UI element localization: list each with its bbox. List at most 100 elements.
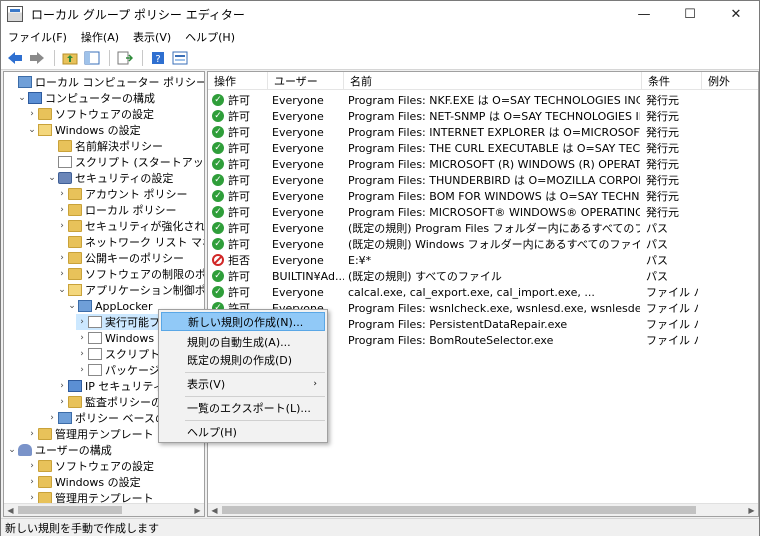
status-bar: 新しい規則を手動で作成します [1,518,759,536]
rule-row[interactable]: ✓ 許可 Everyone Program Files: INTERNET EXPLO… [208,124,758,140]
tree-expander-icon[interactable]: › [56,221,68,231]
tree-expander-icon[interactable]: › [56,189,68,199]
rule-row[interactable]: ✓ 許可 Everyone (既定の規則) Program Files フォルダー内に… [208,220,758,236]
tree-expander-icon[interactable]: ⌄ [46,173,58,183]
tree-expander-icon[interactable]: ⌄ [26,125,38,135]
tree-expander-icon[interactable]: ⌄ [16,93,28,103]
menu-help[interactable]: ヘルプ(H) [178,29,242,45]
tree-expander-icon[interactable]: › [46,413,58,423]
tree-expander-icon[interactable]: ⌄ [6,445,18,455]
rule-row[interactable]: ✓ 許可 Everyone calcal.exe, cal_export.exe, c… [208,284,758,300]
menu-item-export-list[interactable]: 一覧のエクスポート(L)... [161,398,325,417]
menu-item-auto-generate-rules[interactable]: 規則の自動生成(A)... [161,332,325,351]
tree-item[interactable]: › セキュリティが強化された Windows Defender ファイアウォール [56,218,204,234]
rules-list-pane[interactable]: 操作 ユーザー 名前 条件 例外 ✓ 許可 Everyone Program File… [207,71,759,517]
up-folder-icon[interactable] [60,48,80,68]
menu-item-view[interactable]: 表示(V) › [161,374,325,393]
menu-item-help[interactable]: ヘルプ(H) [161,422,325,441]
tree-expander-icon[interactable]: › [56,253,68,263]
scrollbar-thumb[interactable] [222,506,696,514]
rule-user-cell: Everyone [272,285,324,299]
scroll-right-icon[interactable]: ▶ [191,504,204,516]
tree-item[interactable]: ⌄ コンピューターの構成 [16,90,155,106]
export-list-icon[interactable] [115,48,135,68]
column-header-user[interactable]: ユーザー [268,72,344,90]
rule-action-text: 許可 [228,94,250,107]
scroll-right-icon[interactable]: ▶ [745,504,758,516]
tree-expander-icon[interactable]: › [76,365,88,375]
rule-row[interactable]: ✓ 許可 Everyone Program Files: MICROSOFT® WIN… [208,204,758,220]
menu-action[interactable]: 操作(A) [74,29,126,45]
rule-condition-cell: 発行元 [646,110,679,123]
close-button[interactable]: ✕ [713,1,759,27]
tree-item[interactable]: ⌄ アプリケーション制御ポリシー [56,282,204,298]
tree-expander-icon[interactable]: › [56,205,68,215]
tree-expander-icon[interactable]: › [26,493,38,503]
tree-expander-icon[interactable]: › [56,269,68,279]
tree-horizontal-scrollbar[interactable]: ◀ ▶ [4,503,204,516]
menu-item-create-new-rule[interactable]: 新しい規則の作成(N)... [161,312,325,331]
tree-expander-icon[interactable]: › [26,461,38,471]
tree-expander-icon[interactable]: › [76,349,88,359]
title-bar[interactable]: ローカル グループ ポリシー エディター — ☐ ✕ [1,1,759,27]
rule-row[interactable]: ✓ 許可 Everyone Program Files: BOM FOR WINDOW… [208,188,758,204]
tree-item[interactable]: ⌄ ユーザーの構成 [6,442,112,458]
rule-row[interactable]: 拒否 Everyone E:¥* パス [208,252,758,268]
rule-row[interactable]: ✓ 許可 Everyone Program Files: NKF.EXE は O=SA… [208,92,758,108]
tree-expander-icon[interactable]: › [26,477,38,487]
tree-expander-icon[interactable]: › [26,429,38,439]
tree-expander-icon[interactable]: › [56,381,68,391]
column-header-exception[interactable]: 例外 [702,72,758,90]
minimize-button[interactable]: — [621,1,667,27]
scrollbar-thumb[interactable] [18,506,122,514]
tree-expander-icon[interactable]: ⌄ [56,285,68,295]
tree-item-label: 名前解決ポリシー [75,140,163,153]
properties-icon[interactable] [170,48,190,68]
tree-pane[interactable]: ローカル コンピューター ポリシー ⌄ コンピューターの構成 › ソフトウェアの設定 ⌄ W… [3,71,205,517]
rule-action-text: 許可 [228,158,250,171]
column-header-action[interactable]: 操作 [208,72,268,90]
list-horizontal-scrollbar[interactable]: ◀ ▶ [208,503,758,516]
menu-separator [185,420,325,421]
scroll-left-icon[interactable]: ◀ [4,504,17,516]
tree-item[interactable]: スクリプト (スタートアップ/シャットダウン) [46,154,204,170]
rule-row[interactable]: ✓ 許可 Everyone Program Files: THUNDERBIRD は … [208,172,758,188]
rule-row[interactable]: ✓ 許可 Everyone (既定の規則) Windows フォルダー内にあるすべての… [208,236,758,252]
tree-item[interactable]: › ローカル ポリシー [56,202,177,218]
tree-item[interactable]: ネットワーク リスト マネージャー ポリシー [56,234,204,250]
tree-expander-icon[interactable]: ⌄ [66,301,78,311]
scroll-left-icon[interactable]: ◀ [208,504,221,516]
menu-item-create-default-rules[interactable]: 既定の規則の作成(D) [161,350,325,369]
menu-item-view-label: 表示(V) [187,377,226,391]
tree-item[interactable]: › ソフトウェアの制限のポリシー [56,266,204,282]
tree-item[interactable]: › ソフトウェアの設定 [26,458,154,474]
tree-item[interactable]: ⌄ セキュリティの設定 [46,170,173,186]
tree-item[interactable]: › 公開キーのポリシー [56,250,184,266]
column-header-condition[interactable]: 条件 [642,72,702,90]
help-icon[interactable]: ? [148,48,168,68]
tree-item[interactable]: › Windows の設定 [26,474,141,490]
tree-expander-icon[interactable]: › [76,333,88,343]
tree-expander-icon[interactable]: › [56,397,68,407]
tree-item[interactable]: ⌄ Windows の設定 [26,122,141,138]
forward-icon[interactable] [27,48,47,68]
show-hide-tree-icon[interactable] [82,48,102,68]
rule-row[interactable]: ✓ 許可 Everyone Program Files: NET-SNMP は O=S… [208,108,758,124]
tree-item[interactable]: ⌄ AppLocker [66,298,152,314]
rule-row[interactable]: ✓ 許可 BUILTIN¥Ad... (既定の規則) すべてのファイル パス [208,268,758,284]
tree-item[interactable]: › 管理用テンプレート [26,426,154,442]
tree-expander-icon[interactable]: › [76,317,88,327]
tree-expander-icon[interactable]: › [26,109,38,119]
menu-file[interactable]: ファイル(F) [1,29,74,45]
tree-item[interactable]: 名前解決ポリシー [46,138,163,154]
tree-item[interactable]: › ソフトウェアの設定 [26,106,154,122]
rule-row[interactable]: ✓ 許可 Everyone Program Files: MICROSOFT (R) … [208,156,758,172]
menu-view[interactable]: 表示(V) [126,29,178,45]
column-header-name[interactable]: 名前 [344,72,642,90]
tree-item[interactable]: › アカウント ポリシー [56,186,188,202]
tree-item[interactable]: ローカル コンピューター ポリシー [6,74,204,90]
maximize-button[interactable]: ☐ [667,1,713,27]
rule-name-cell: Program Files: wsnlcheck.exe, wsnlesd.ex… [348,301,640,315]
back-icon[interactable] [5,48,25,68]
rule-row[interactable]: ✓ 許可 Everyone Program Files: THE CURL EXECU… [208,140,758,156]
